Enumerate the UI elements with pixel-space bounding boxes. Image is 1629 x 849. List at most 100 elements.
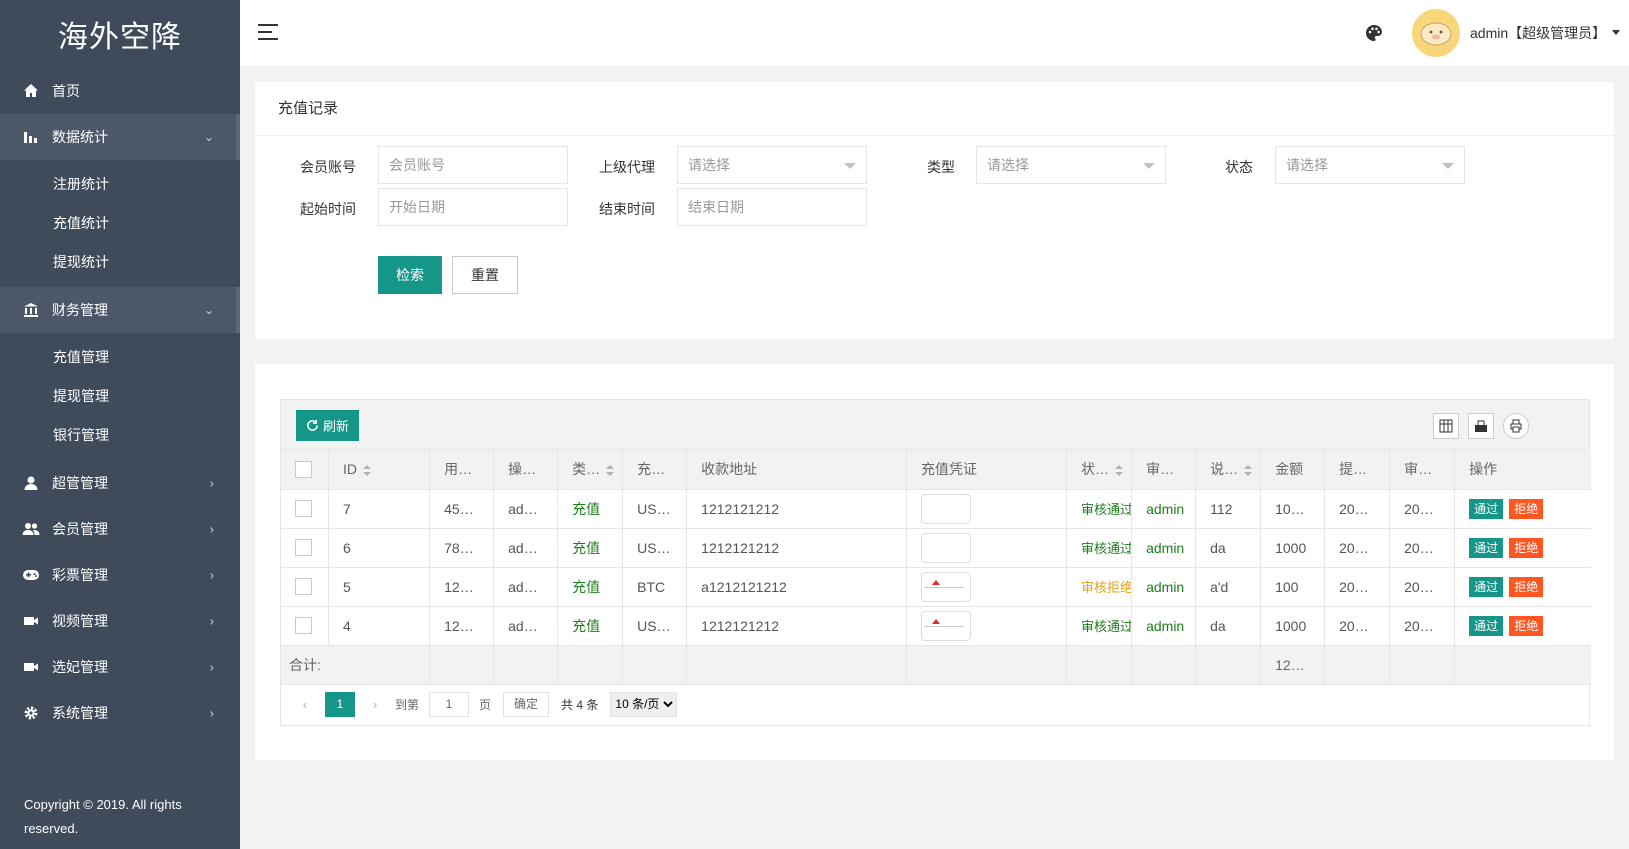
reject-button[interactable]: 拒绝 [1509, 498, 1544, 519]
goto-confirm-button[interactable]: 确定 [503, 691, 550, 717]
voucher-thumbnail[interactable] [921, 571, 972, 602]
sidebar-subitem[interactable]: 银行管理 [0, 415, 240, 454]
cell-coin: BTC [622, 567, 688, 607]
cell-note: da [1195, 528, 1262, 568]
voucher-thumbnail[interactable] [921, 610, 972, 641]
total-empty-cell [1324, 645, 1391, 685]
row-checkbox[interactable] [295, 539, 312, 557]
select-all-checkbox[interactable] [295, 461, 312, 479]
user-icon [22, 474, 40, 492]
cell-actions: 通过 拒绝 [1454, 606, 1591, 646]
reject-button[interactable]: 拒绝 [1509, 615, 1544, 636]
copyright-text: Copyright © 2019. All rights reserved. [24, 797, 182, 836]
sidebar-subitem[interactable]: 提现统计 [0, 242, 240, 281]
page-size-select[interactable]: 10 条/页 [610, 691, 678, 717]
row-select-cell [281, 489, 329, 529]
col-address: 收款地址 [686, 450, 908, 490]
avatar[interactable] [1412, 9, 1460, 57]
row-checkbox[interactable] [295, 578, 312, 596]
member-input[interactable]: 会员账号 [378, 146, 568, 184]
voucher-thumbnail[interactable] [921, 532, 972, 563]
recharge-table: ID 用… 操… 类… 充… 收款地址 充值凭证 状… 审… 说… 金额 提… … [281, 450, 1591, 685]
col-note[interactable]: 说… [1195, 450, 1262, 490]
reject-button[interactable]: 拒绝 [1509, 537, 1544, 558]
total-empty-cell [1195, 645, 1262, 685]
cell-coin: US… [622, 606, 688, 646]
sidebar-item-label: 选妃管理 [52, 659, 108, 675]
end-date-input[interactable]: 结束日期 [677, 188, 867, 226]
approve-button[interactable]: 通过 [1469, 537, 1504, 558]
sidebar-subitem[interactable]: 充值统计 [0, 203, 240, 242]
sort-icon[interactable] [1244, 465, 1253, 477]
approve-button[interactable]: 通过 [1469, 576, 1504, 597]
columns-icon[interactable] [1433, 413, 1459, 439]
caret-down-icon[interactable] [1612, 30, 1620, 35]
sidebar-item-stats[interactable]: 数据统计 ⌄ [0, 114, 240, 160]
next-page-icon[interactable]: › [361, 696, 389, 712]
sidebar-item-super-admin[interactable]: 超管管理 › [0, 460, 240, 506]
goto-label: 到第 [395, 697, 420, 712]
sidebar-item-concubine[interactable]: 选妃管理 › [0, 644, 240, 690]
cell-status: 审核通过 [1066, 489, 1133, 529]
sidebar-item-video[interactable]: 视频管理 › [0, 598, 240, 644]
refresh-button[interactable]: 刷新 [296, 410, 360, 441]
cell-user: 12… [429, 606, 495, 646]
agent-select[interactable]: 请选择 [677, 146, 867, 184]
reject-button[interactable]: 拒绝 [1509, 576, 1544, 597]
sidebar-subitem[interactable]: 提现管理 [0, 376, 240, 415]
sidebar-item-label: 视频管理 [52, 613, 108, 629]
cell-id: 5 [328, 567, 431, 607]
sidebar-item-label: 首页 [52, 83, 80, 99]
print-icon[interactable] [1503, 413, 1529, 439]
sidebar-item-system[interactable]: 系统管理 › [0, 690, 240, 736]
sidebar-subitem[interactable]: 注册统计 [0, 164, 240, 203]
chevron-right-icon: › [209, 567, 214, 583]
row-checkbox[interactable] [295, 617, 312, 635]
col-id[interactable]: ID [328, 450, 431, 490]
col-auditor: 审… [1131, 450, 1197, 490]
goto-page-input[interactable]: 1 [429, 691, 470, 717]
palette-icon[interactable] [1364, 23, 1384, 43]
sidebar-item-finance[interactable]: 财务管理 ⌄ [0, 287, 240, 333]
sidebar-item-lottery[interactable]: 彩票管理 › [0, 552, 240, 598]
cell-amount: 100 [1260, 567, 1326, 607]
status-select[interactable]: 请选择 [1275, 146, 1465, 184]
cell-op: ad… [493, 489, 559, 529]
gear-icon [22, 704, 40, 722]
sort-icon[interactable] [1115, 465, 1124, 477]
data-table-wrapper: 刷新 ID 用… 操… 类… 充… 收款地址 充值凭证 状… 审… 说… 金额 … [280, 399, 1591, 726]
sidebar-item-label: 超管管理 [52, 475, 108, 491]
sort-icon[interactable] [606, 465, 615, 477]
export-icon[interactable] [1468, 413, 1494, 439]
cell-voucher [906, 567, 1068, 607]
voucher-thumbnail[interactable] [921, 493, 972, 524]
col-status[interactable]: 状… [1066, 450, 1133, 490]
gamepad-icon [22, 566, 40, 584]
search-button[interactable]: 检索 [378, 256, 442, 294]
sidebar-nav: 首页数据统计 ⌄ 注册统计 充值统计 提现统计财务管理 ⌄ 充值管理 提现管理 银行管理超管管理… [0, 68, 240, 736]
row-checkbox[interactable] [295, 500, 312, 518]
approve-button[interactable]: 通过 [1469, 498, 1504, 519]
user-menu[interactable]: admin【超级管理员】 [1470, 23, 1606, 43]
cell-submit: 20… [1324, 489, 1391, 529]
cell-auditor: admin [1131, 528, 1197, 568]
col-type[interactable]: 类… [557, 450, 624, 490]
row-select-cell [281, 528, 329, 568]
sort-icon[interactable] [362, 465, 371, 477]
start-date-input[interactable]: 开始日期 [378, 188, 568, 226]
sidebar-item-home[interactable]: 首页 [0, 68, 240, 114]
sidebar-subitem[interactable]: 充值管理 [0, 337, 240, 376]
type-select[interactable]: 请选择 [976, 146, 1166, 184]
cell-id: 6 [328, 528, 431, 568]
menu-toggle-icon[interactable] [258, 24, 278, 40]
sidebar-item-members[interactable]: 会员管理 › [0, 506, 240, 552]
col-coin: 充… [622, 450, 688, 490]
reset-button[interactable]: 重置 [452, 256, 518, 294]
page-label: 页 [479, 697, 492, 712]
cell-coin: US… [622, 528, 688, 568]
page-current[interactable]: 1 [325, 691, 355, 717]
prev-page-icon[interactable]: ‹ [291, 696, 319, 712]
cell-type: 充值 [557, 489, 624, 529]
approve-button[interactable]: 通过 [1469, 615, 1504, 636]
home-icon [22, 82, 40, 100]
